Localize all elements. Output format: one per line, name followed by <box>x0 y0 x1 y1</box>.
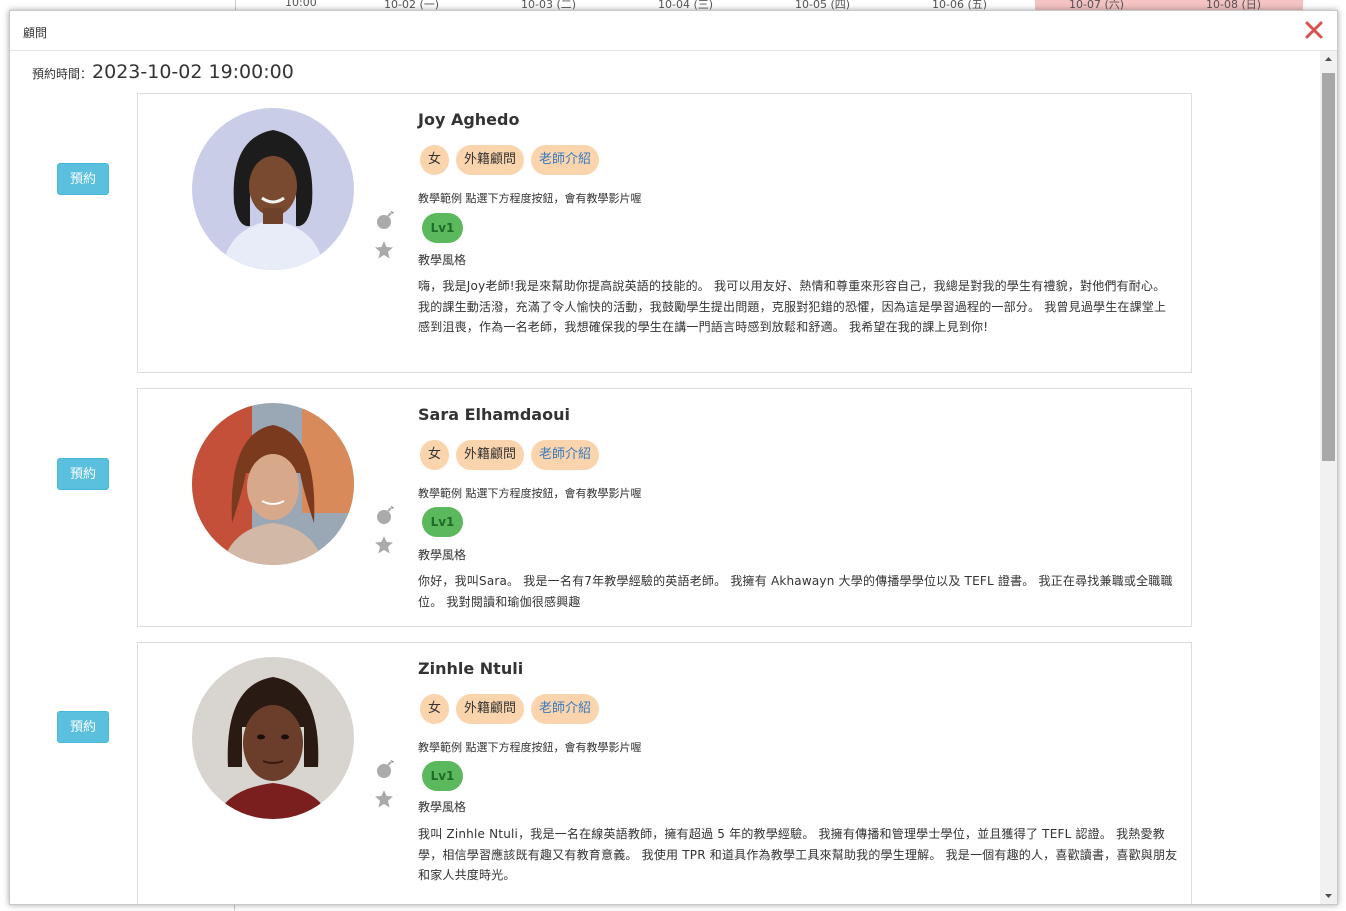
teaching-sample-hint: 教學範例 點選下方程度按鈕，會有教學影片喔 <box>418 741 642 754</box>
teaching-sample-hint: 教學範例 點選下方程度按鈕，會有教學影片喔 <box>418 487 642 500</box>
star-icon[interactable] <box>374 240 394 260</box>
star-icon[interactable] <box>374 789 394 809</box>
teaching-style-label: 教學風格 <box>418 800 467 814</box>
appointment-time-label: 預約時間： <box>32 67 93 81</box>
book-button[interactable]: 預約 <box>57 458 109 490</box>
appointment-time-value: 2023-10-02 19:00:00 <box>92 61 294 83</box>
teacher-card: Joy Aghedo 女 外籍顧問 老師介紹 教學範例 點選下方程度按鈕，會有教… <box>137 93 1192 373</box>
teacher-name: Zinhle Ntuli <box>418 659 524 678</box>
book-button[interactable]: 預約 <box>57 711 109 743</box>
scroll-up-arrow-icon[interactable] <box>1320 51 1337 68</box>
bomb-icon[interactable] <box>375 505 395 525</box>
teacher-intro-link[interactable]: 老師介紹 <box>531 694 600 724</box>
teacher-name: Joy Aghedo <box>418 110 520 129</box>
scroll-down-arrow-icon[interactable] <box>1320 887 1337 904</box>
advisor-type-tag: 外籍顧問 <box>456 694 525 724</box>
teacher-description: 我叫 Zinhle Ntuli，我是一名在線英語教師，擁有超過 5 年的教學經驗… <box>418 827 1178 882</box>
modal-body: 預約時間：2023-10-02 19:00:00 預約 Joy Aghedo 女… <box>10 51 1320 904</box>
teaching-style-label: 教學風格 <box>418 548 467 562</box>
modal-header: 顧問 <box>10 11 1337 51</box>
modal-title: 顧問 <box>23 26 48 40</box>
teacher-intro-link[interactable]: 老師介紹 <box>531 440 600 470</box>
gender-tag: 女 <box>420 145 450 175</box>
gender-tag: 女 <box>420 440 450 470</box>
background-header-cell: 10:00 <box>285 0 317 9</box>
star-icon[interactable] <box>374 535 394 555</box>
teacher-tags: 女 外籍顧問 老師介紹 <box>420 145 600 175</box>
scrollbar-thumb[interactable] <box>1322 73 1335 461</box>
appointment-time: 預約時間：2023-10-02 19:00:00 <box>32 61 294 83</box>
close-icon[interactable] <box>1303 19 1325 41</box>
teacher-tags: 女 外籍顧問 老師介紹 <box>420 440 600 470</box>
book-button[interactable]: 預約 <box>57 163 109 195</box>
teacher-avatar <box>192 108 354 270</box>
advisor-modal: 顧問 預約時間：2023-10-02 19:00:00 預約 Joy Aghed… <box>9 10 1338 905</box>
level-button[interactable]: Lv1 <box>422 213 463 243</box>
teacher-name: Sara Elhamdaoui <box>418 405 570 424</box>
bomb-icon[interactable] <box>375 759 395 779</box>
bomb-icon[interactable] <box>375 210 395 230</box>
teacher-card: Sara Elhamdaoui 女 外籍顧問 老師介紹 教學範例 點選下方程度按… <box>137 388 1192 627</box>
advisor-type-tag: 外籍顧問 <box>456 440 525 470</box>
vertical-scrollbar[interactable] <box>1320 51 1337 904</box>
teacher-avatar <box>192 403 354 565</box>
gender-tag: 女 <box>420 694 450 724</box>
teacher-card: Zinhle Ntuli 女 外籍顧問 老師介紹 教學範例 點選下方程度按鈕，會… <box>137 642 1192 904</box>
teacher-description: 嗨，我是Joy老師!我是來幫助你提高說英語的技能的。 我可以用友好、熱情和尊重來… <box>418 279 1167 334</box>
level-button[interactable]: Lv1 <box>422 761 463 791</box>
teacher-intro-link[interactable]: 老師介紹 <box>531 145 600 175</box>
advisor-type-tag: 外籍顧問 <box>456 145 525 175</box>
teaching-style-label: 教學風格 <box>418 253 467 267</box>
teacher-avatar <box>192 657 354 819</box>
teacher-tags: 女 外籍顧問 老師介紹 <box>420 694 600 724</box>
teaching-sample-hint: 教學範例 點選下方程度按鈕，會有教學影片喔 <box>418 192 642 205</box>
teacher-description: 你好，我叫Sara。 我是一名有7年教學經驗的英語老師。 我擁有 Akhaway… <box>418 574 1173 609</box>
level-button[interactable]: Lv1 <box>422 507 463 537</box>
